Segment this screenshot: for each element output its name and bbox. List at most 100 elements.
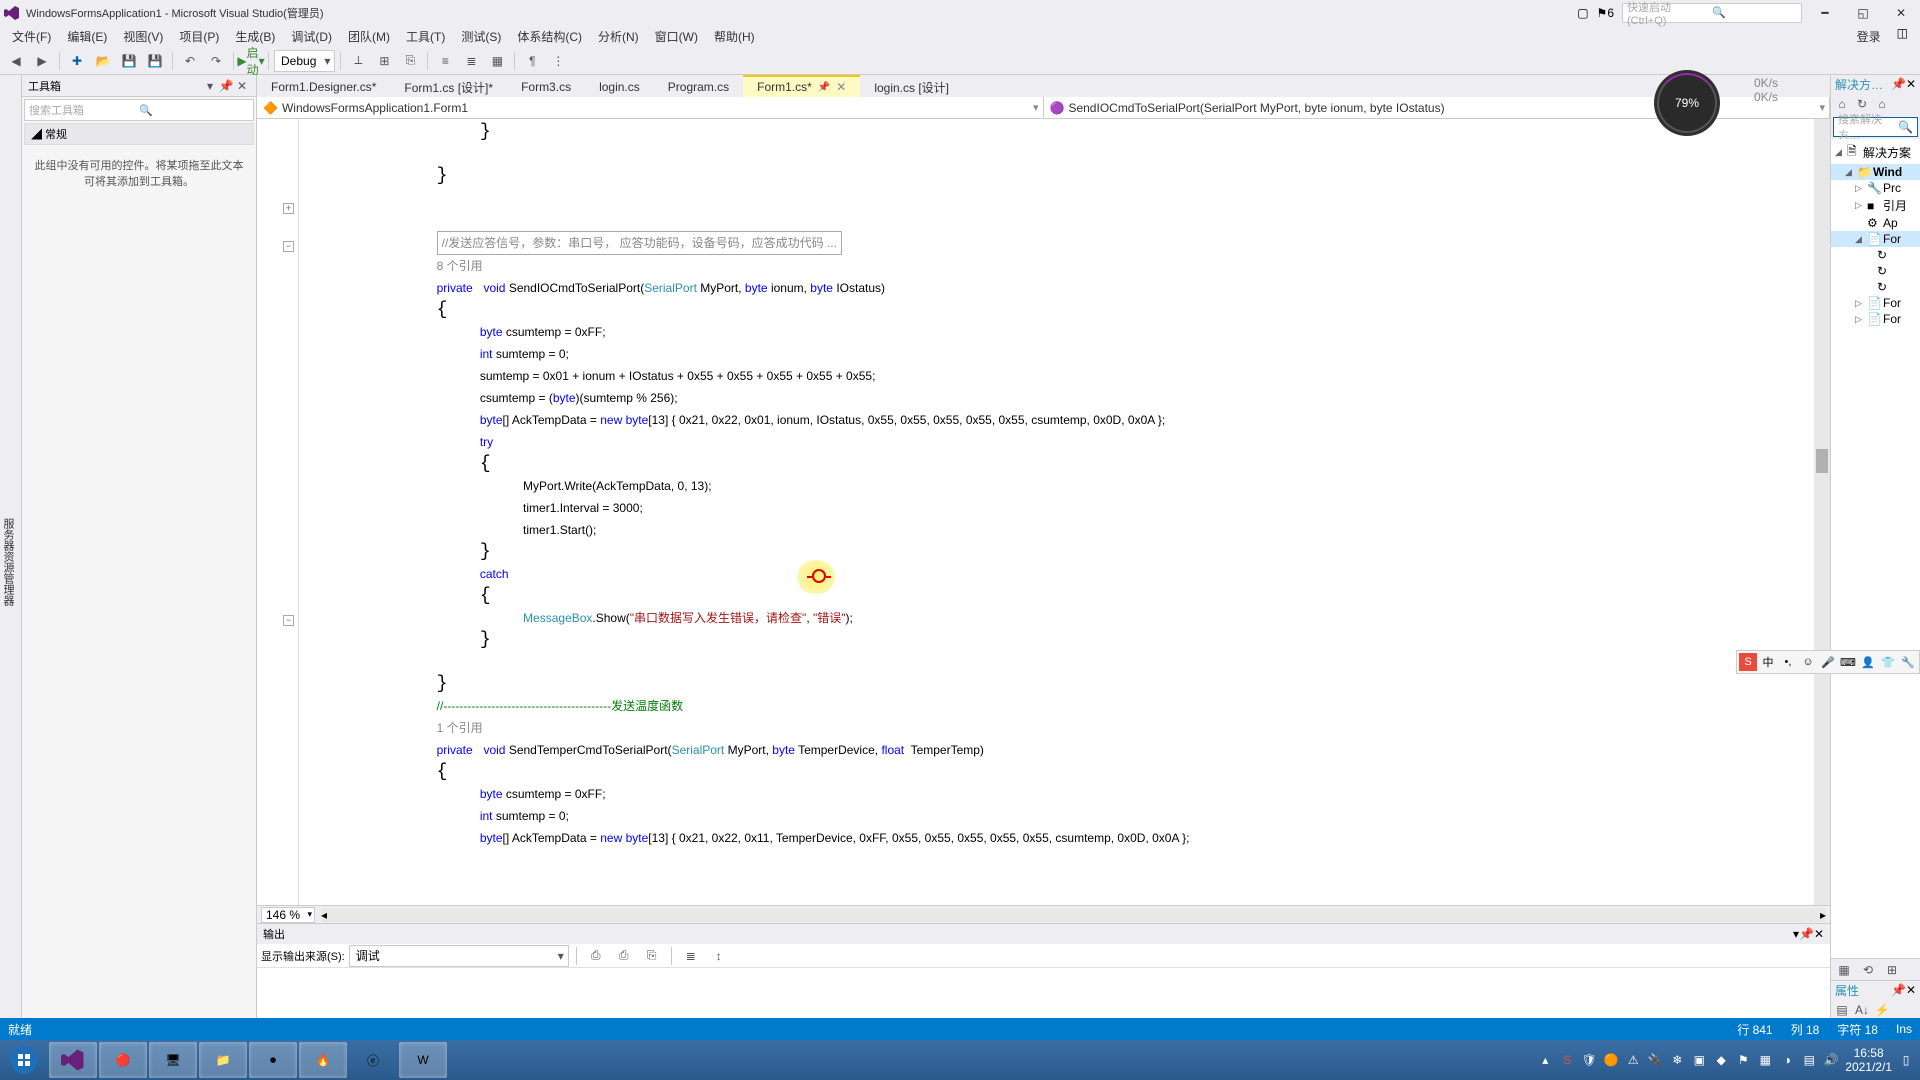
task-app3[interactable]: 🔥 [299,1042,347,1078]
home-icon[interactable]: ⌂ [1833,97,1851,111]
fold-minus-icon[interactable]: − [283,241,294,252]
menu-test[interactable]: 测试(S) [453,26,509,47]
tree-item[interactable]: ↻ [1831,279,1920,295]
config-combo[interactable]: Debug [274,50,335,72]
solution-search-input[interactable]: 搜索解决方…🔍 [1833,117,1918,137]
solution-tree[interactable]: ◢🗎解决方案◢📁Wind▷🔧Prc▷■引月⚙Ap◢📄For↻↻↻▷📄For▷📄F… [1831,139,1920,958]
menu-arch[interactable]: 体系结构(C) [509,26,590,47]
server-explorer-tab[interactable]: 服务器资源管理器 [0,75,22,1040]
task-app2[interactable]: 🖥 [149,1042,197,1078]
ime-voice-icon[interactable]: 🎤 [1819,653,1837,671]
tray-flag-icon[interactable]: ⚑ [1735,1053,1751,1067]
ime-tool-icon[interactable]: 🔧 [1899,653,1917,671]
tree-item[interactable]: ↻ [1831,263,1920,279]
back-button[interactable]: ◀ [4,49,28,73]
menu-help[interactable]: 帮助(H) [706,26,763,47]
tb-btn-2[interactable]: ⊞ [372,49,396,73]
tray-app-icon[interactable]: 🟠 [1603,1053,1619,1067]
task-word[interactable]: W [399,1042,447,1078]
code-content[interactable]: } } //发送应答信号，参数：串口号， 应答功能码，设备号码，应答成功代码 .… [299,119,1830,905]
tray-app3-icon[interactable]: ▣ [1691,1053,1707,1067]
rp-btn-2[interactable]: ⟲ [1857,963,1879,977]
undo-button[interactable]: ↶ [178,49,202,73]
task-explorer[interactable]: 📁 [199,1042,247,1078]
ime-emoji-icon[interactable]: ☺ [1799,653,1817,671]
tab-program[interactable]: Program.cs [654,75,743,97]
close-button[interactable]: ✕ [1886,3,1916,23]
rp-btn-1[interactable]: ▦ [1833,963,1855,977]
props-cat-icon[interactable]: ▤ [1833,1003,1851,1017]
tree-item[interactable]: ▷📄For [1831,295,1920,311]
panel-close-icon[interactable]: ✕ [1814,927,1824,941]
quick-launch-input[interactable]: 快速启动 (Ctrl+Q)🔍 [1622,3,1802,23]
tree-item[interactable]: ▷■引月 [1831,196,1920,215]
menu-analyze[interactable]: 分析(N) [590,26,647,47]
tree-item[interactable]: ◢📄For [1831,231,1920,247]
forward-button[interactable]: ▶ [30,49,54,73]
tb-btn-7[interactable]: ¶ [520,49,544,73]
output-source-combo[interactable]: 调试 [349,945,569,967]
task-vs[interactable] [49,1042,97,1078]
panel-menu-icon[interactable]: ▾ [202,79,218,93]
taskbar-clock[interactable]: 16:582021/2/1 [1845,1046,1892,1074]
fold-minus-icon[interactable]: − [283,615,294,626]
pin-icon[interactable]: 📌 [1891,983,1906,997]
refresh-icon[interactable]: ↻ [1853,97,1871,111]
tray-up-icon[interactable]: ▴ [1537,1053,1553,1067]
pin-icon[interactable]: 📌 [1891,77,1906,91]
task-ie[interactable]: ⓔ [349,1042,397,1078]
pin-icon[interactable]: 📌 [818,82,830,93]
panel-close-icon[interactable]: ✕ [1906,983,1916,997]
save-all-button[interactable]: 💾 [143,49,167,73]
perf-gauge[interactable]: 79% [1654,70,1720,136]
signin-link[interactable]: 登录 [1849,26,1889,47]
ime-lang-icon[interactable]: 中 [1759,653,1777,671]
new-project-button[interactable]: ✚ [65,49,89,73]
tb-btn-3[interactable]: ⎘ [398,49,422,73]
type-combo[interactable]: 🔶WindowsFormsApplication1.Form1 [257,97,1044,118]
out-btn-2[interactable]: ⎙ [612,944,636,968]
tray-vol-icon[interactable]: 🔊 [1823,1053,1839,1067]
code-gutter[interactable]: + − − [257,119,299,905]
toolbox-search-input[interactable]: 搜索工具箱🔍 [24,99,254,121]
tb-btn-8[interactable]: ⋮ [546,49,570,73]
tray-app2-icon[interactable]: ❄ [1669,1053,1685,1067]
toolbox-section-general[interactable]: ◢ 常规 [24,123,254,145]
tb-btn-5[interactable]: ≣ [459,49,483,73]
tb-btn-6[interactable]: ▦ [485,49,509,73]
out-btn-3[interactable]: ⎘ [640,944,664,968]
tb-btn-1[interactable]: ⟂ [346,49,370,73]
ime-skin-icon[interactable]: 👕 [1879,653,1897,671]
tree-item[interactable]: ◢📁Wind [1831,164,1920,180]
out-btn-1[interactable]: ⎙ [584,944,608,968]
ime-punct-icon[interactable]: •, [1779,653,1797,671]
ime-keyboard-icon[interactable]: ⌨ [1839,653,1857,671]
menu-window[interactable]: 窗口(W) [647,26,706,47]
ime-login-icon[interactable]: 👤 [1859,653,1877,671]
tab-login-design[interactable]: login.cs [设计] [860,75,963,97]
zoom-combo[interactable]: 146 % [261,907,315,923]
props-az-icon[interactable]: A↓ [1853,1003,1871,1017]
tree-item[interactable]: ↻ [1831,247,1920,263]
tree-item[interactable]: ⚙Ap [1831,215,1920,231]
tab-form1-design[interactable]: Form1.cs [设计]* [390,75,507,97]
tree-item[interactable]: ▷📄For [1831,311,1920,327]
tray-app4-icon[interactable]: ◆ [1713,1053,1729,1067]
tray-app7-icon[interactable]: ▤ [1801,1053,1817,1067]
tb-btn-4[interactable]: ≡ [433,49,457,73]
tab-form1-designer[interactable]: Form1.Designer.cs* [257,75,390,97]
tab-form1-cs[interactable]: Form1.cs*📌✕ [743,75,860,97]
minimize-button[interactable]: ━ [1810,3,1840,23]
feedback-icon[interactable]: ▢ [1577,6,1588,20]
restore-button[interactable]: ◱ [1848,3,1878,23]
save-button[interactable]: 💾 [117,49,141,73]
ime-toolbar[interactable]: S 中 •, ☺ 🎤 ⌨ 👤 👕 🔧 [1736,650,1920,674]
props-evt-icon[interactable]: ⚡ [1873,1003,1891,1017]
tree-item[interactable]: ▷🔧Prc [1831,180,1920,196]
menu-project[interactable]: 项目(P) [171,26,227,47]
vertical-scrollbar[interactable] [1814,119,1830,905]
output-text[interactable] [257,968,1830,1018]
tray-app5-icon[interactable]: ▦ [1757,1053,1773,1067]
fold-plus-icon[interactable]: + [283,203,294,214]
out-btn-5[interactable]: ↕ [707,944,731,968]
